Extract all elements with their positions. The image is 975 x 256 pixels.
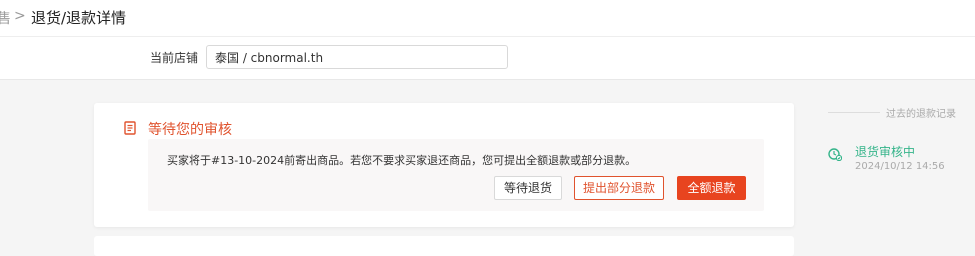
full-refund-button[interactable]: 全额退款 — [677, 176, 746, 200]
history-divider — [828, 112, 880, 113]
partial-refund-button[interactable]: 提出部分退款 — [574, 176, 664, 200]
store-label: 当前店铺 — [150, 51, 199, 65]
wait-return-button[interactable]: 等待退货 — [494, 176, 562, 200]
top-bar: 售 > 退货/退款详情 — [0, 0, 975, 36]
breadcrumb-separator: > — [14, 8, 26, 24]
status-info-box: 买家将于#13-10-2024前寄出商品。若您不要求买家退还商品，您可提出全额退… — [148, 139, 764, 211]
timeline-time: 2024/10/12 14:56 — [855, 161, 945, 172]
breadcrumb-previous[interactable]: 售 — [0, 8, 11, 28]
status-card: 等待您的审核 买家将于#13-10-2024前寄出商品。若您不要求买家退还商品，… — [94, 103, 794, 227]
status-title: 等待您的审核 — [148, 122, 232, 138]
store-bar: 当前店铺 泰国 / cbnormal.th — [0, 36, 975, 80]
history-title: 过去的退款记录 — [886, 109, 956, 120]
secondary-card — [94, 236, 794, 256]
clock-check-icon — [828, 148, 842, 161]
timeline-status: 退货审核中 — [855, 145, 916, 159]
status-message: 买家将于#13-10-2024前寄出商品。若您不要求买家退还商品，您可提出全额退… — [167, 154, 637, 167]
page-title: 退货/退款详情 — [31, 9, 127, 27]
document-icon — [124, 121, 136, 135]
store-selector[interactable]: 泰国 / cbnormal.th — [206, 45, 508, 69]
